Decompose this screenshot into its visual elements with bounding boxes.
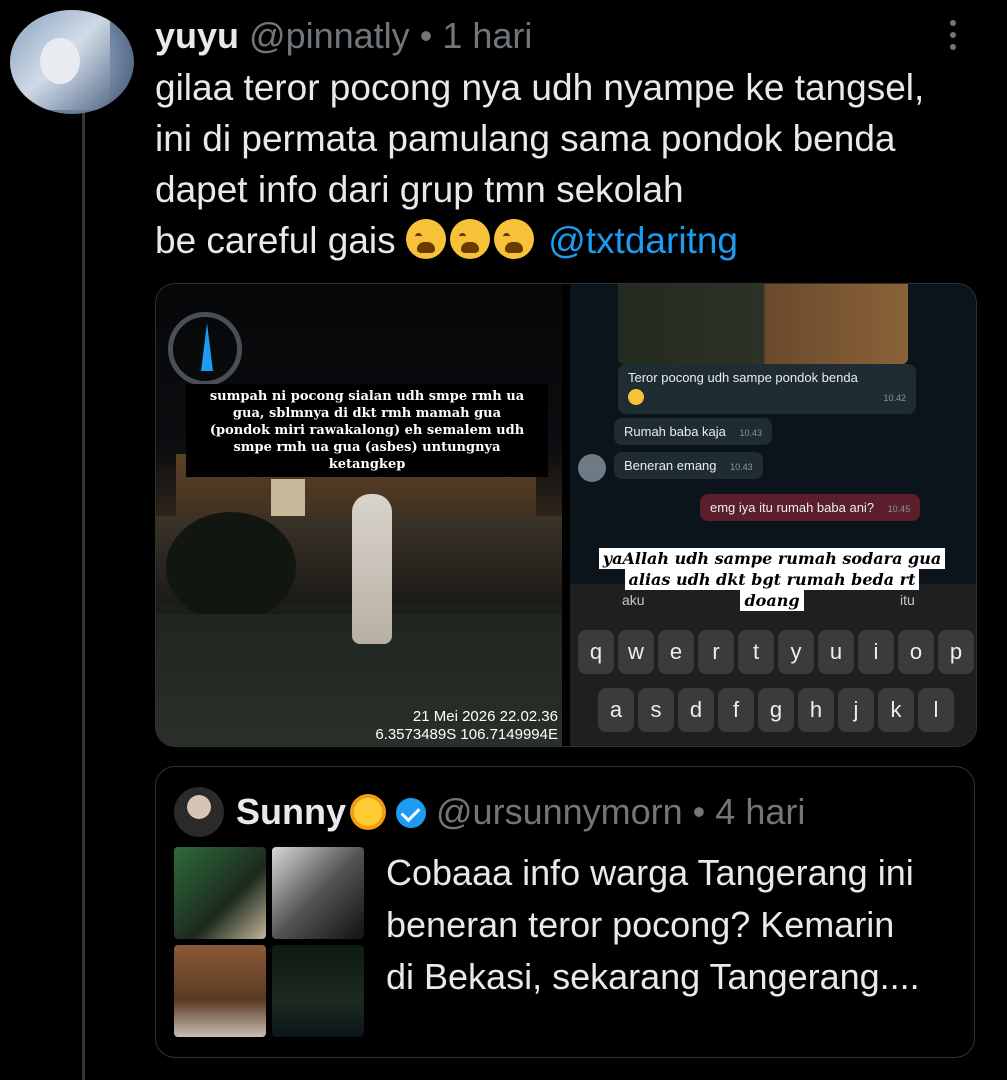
quote-header: Sunny @ursunnymorn • 4 hari (236, 789, 805, 835)
tweet-text: gilaa teror pocong nya udh nyampe ke tan… (155, 62, 995, 266)
key: s (638, 688, 674, 732)
key: h (798, 688, 834, 732)
verified-badge-icon (396, 798, 427, 828)
key: y (778, 630, 814, 674)
caption-line: doang (740, 590, 804, 611)
tweet-line: dapet info dari grup tmn sekolah (155, 169, 684, 210)
bush (166, 512, 296, 622)
author-handle[interactable]: @pinnatly (249, 15, 410, 56)
story-caption: sumpah ni pocong sialan udh smpe rmh ua … (186, 384, 548, 477)
chat-time: 10.42 (883, 393, 906, 403)
chat-text: Rumah baba kaja (624, 424, 726, 439)
crying-emoji-icon (405, 219, 446, 259)
quote-thumbnail[interactable] (272, 945, 364, 1037)
key-row-2: a s d f g h j k l (598, 688, 954, 732)
crying-emoji-icon (493, 219, 534, 259)
thread-line (82, 112, 85, 1080)
quote-author-handle[interactable]: @ursunnymorn (436, 791, 683, 832)
quote-author-name[interactable]: Sunny (236, 791, 346, 832)
key: u (818, 630, 854, 674)
more-options-icon[interactable] (950, 20, 962, 56)
chat-avatar (578, 454, 606, 482)
key: e (658, 630, 694, 674)
key: f (718, 688, 754, 732)
avatar-face (40, 38, 80, 84)
photo-timestamp: 21 Mei 2026 22.02.36 6.3573489S 106.7149… (375, 708, 558, 743)
caption-line: yaAllah udh sampe rumah sodara gua (598, 548, 946, 569)
key: t (738, 630, 774, 674)
key: j (838, 688, 874, 732)
tweet-line: ini di permata pamulang sama pondok bend… (155, 118, 896, 159)
chat-time: 10.43 (739, 428, 763, 438)
chat-bubble: Teror pocong udh sampe pondok benda 10.4… (618, 364, 916, 414)
quoted-tweet[interactable]: Sunny @ursunnymorn • 4 hari Cobaaa info w… (155, 766, 975, 1058)
key: i (858, 630, 894, 674)
sun-emoji-icon (350, 794, 387, 830)
meta-separator: • (692, 791, 706, 832)
author-avatar[interactable] (10, 10, 134, 114)
story-caption-right: yaAllah udh sampe rumah sodara gua alias… (592, 548, 952, 611)
quote-author-avatar[interactable] (174, 787, 224, 837)
quote-thumbnail[interactable] (174, 945, 266, 1037)
tweet-time[interactable]: 1 hari (442, 15, 532, 56)
chat-text: emg iya itu rumah baba ani? (710, 500, 875, 515)
chat-text: Teror pocong udh sampe pondok benda (628, 370, 858, 385)
tweet-header: yuyu @pinnatly • 1 hari (155, 14, 532, 58)
quote-media-grid[interactable] (174, 847, 366, 1039)
mention-link[interactable]: @txtdaritng (548, 220, 738, 261)
media-image-right[interactable]: Teror pocong udh sampe pondok benda 10.4… (570, 284, 976, 746)
key: g (758, 688, 794, 732)
chat-text: Beneran emang (624, 458, 717, 473)
pocong-figure (352, 494, 392, 644)
tweet-line-prefix: be careful gais (155, 220, 396, 261)
key: r (698, 630, 734, 674)
quote-line: beneran teror pocong? Kemarin (386, 904, 895, 945)
quote-thumbnail[interactable] (272, 847, 364, 939)
tweet-line: gilaa teror pocong nya udh nyampe ke tan… (155, 67, 925, 108)
key: w (618, 630, 654, 674)
chat-photo (618, 284, 908, 364)
quote-line: Cobaaa info warga Tangerang ini (386, 852, 914, 893)
chat-bubble: Beneran emang 10.43 (614, 452, 763, 479)
compass-icon (168, 312, 242, 386)
author-name[interactable]: yuyu (155, 15, 239, 56)
house-window (271, 479, 305, 521)
media-grid[interactable]: sumpah ni pocong sialan udh smpe rmh ua … (155, 283, 977, 747)
quote-time[interactable]: 4 hari (715, 791, 805, 832)
quote-line: di Bekasi, sekarang Tangerang.... (386, 956, 920, 997)
key: o (898, 630, 934, 674)
chat-bubble-outgoing: emg iya itu rumah baba ani? 10.45 (700, 494, 921, 521)
quote-thumbnail[interactable] (174, 847, 266, 939)
key: d (678, 688, 714, 732)
media-image-left[interactable]: sumpah ni pocong sialan udh smpe rmh ua … (156, 284, 562, 746)
key: a (598, 688, 634, 732)
key: l (918, 688, 954, 732)
meta-separator: • (419, 15, 433, 56)
compass-needle (201, 323, 213, 371)
chat-time: 10.45 (887, 504, 911, 514)
quote-text: Cobaaa info warga Tangerang ini beneran … (386, 847, 966, 1003)
key: k (878, 688, 914, 732)
key: p (938, 630, 974, 674)
tweet-line-last: be careful gais @txtdaritng (155, 215, 995, 266)
chat-time: 10.43 (730, 462, 753, 472)
chat-bubble: Rumah baba kaja 10.43 (614, 418, 773, 445)
crying-emoji-icon (449, 219, 490, 259)
key-row-1: q w e r t y u i o p (578, 630, 974, 674)
caption-line: alias udh dkt bgt rumah beda rt (624, 569, 920, 590)
key: q (578, 630, 614, 674)
laugh-emoji-icon (628, 389, 644, 405)
